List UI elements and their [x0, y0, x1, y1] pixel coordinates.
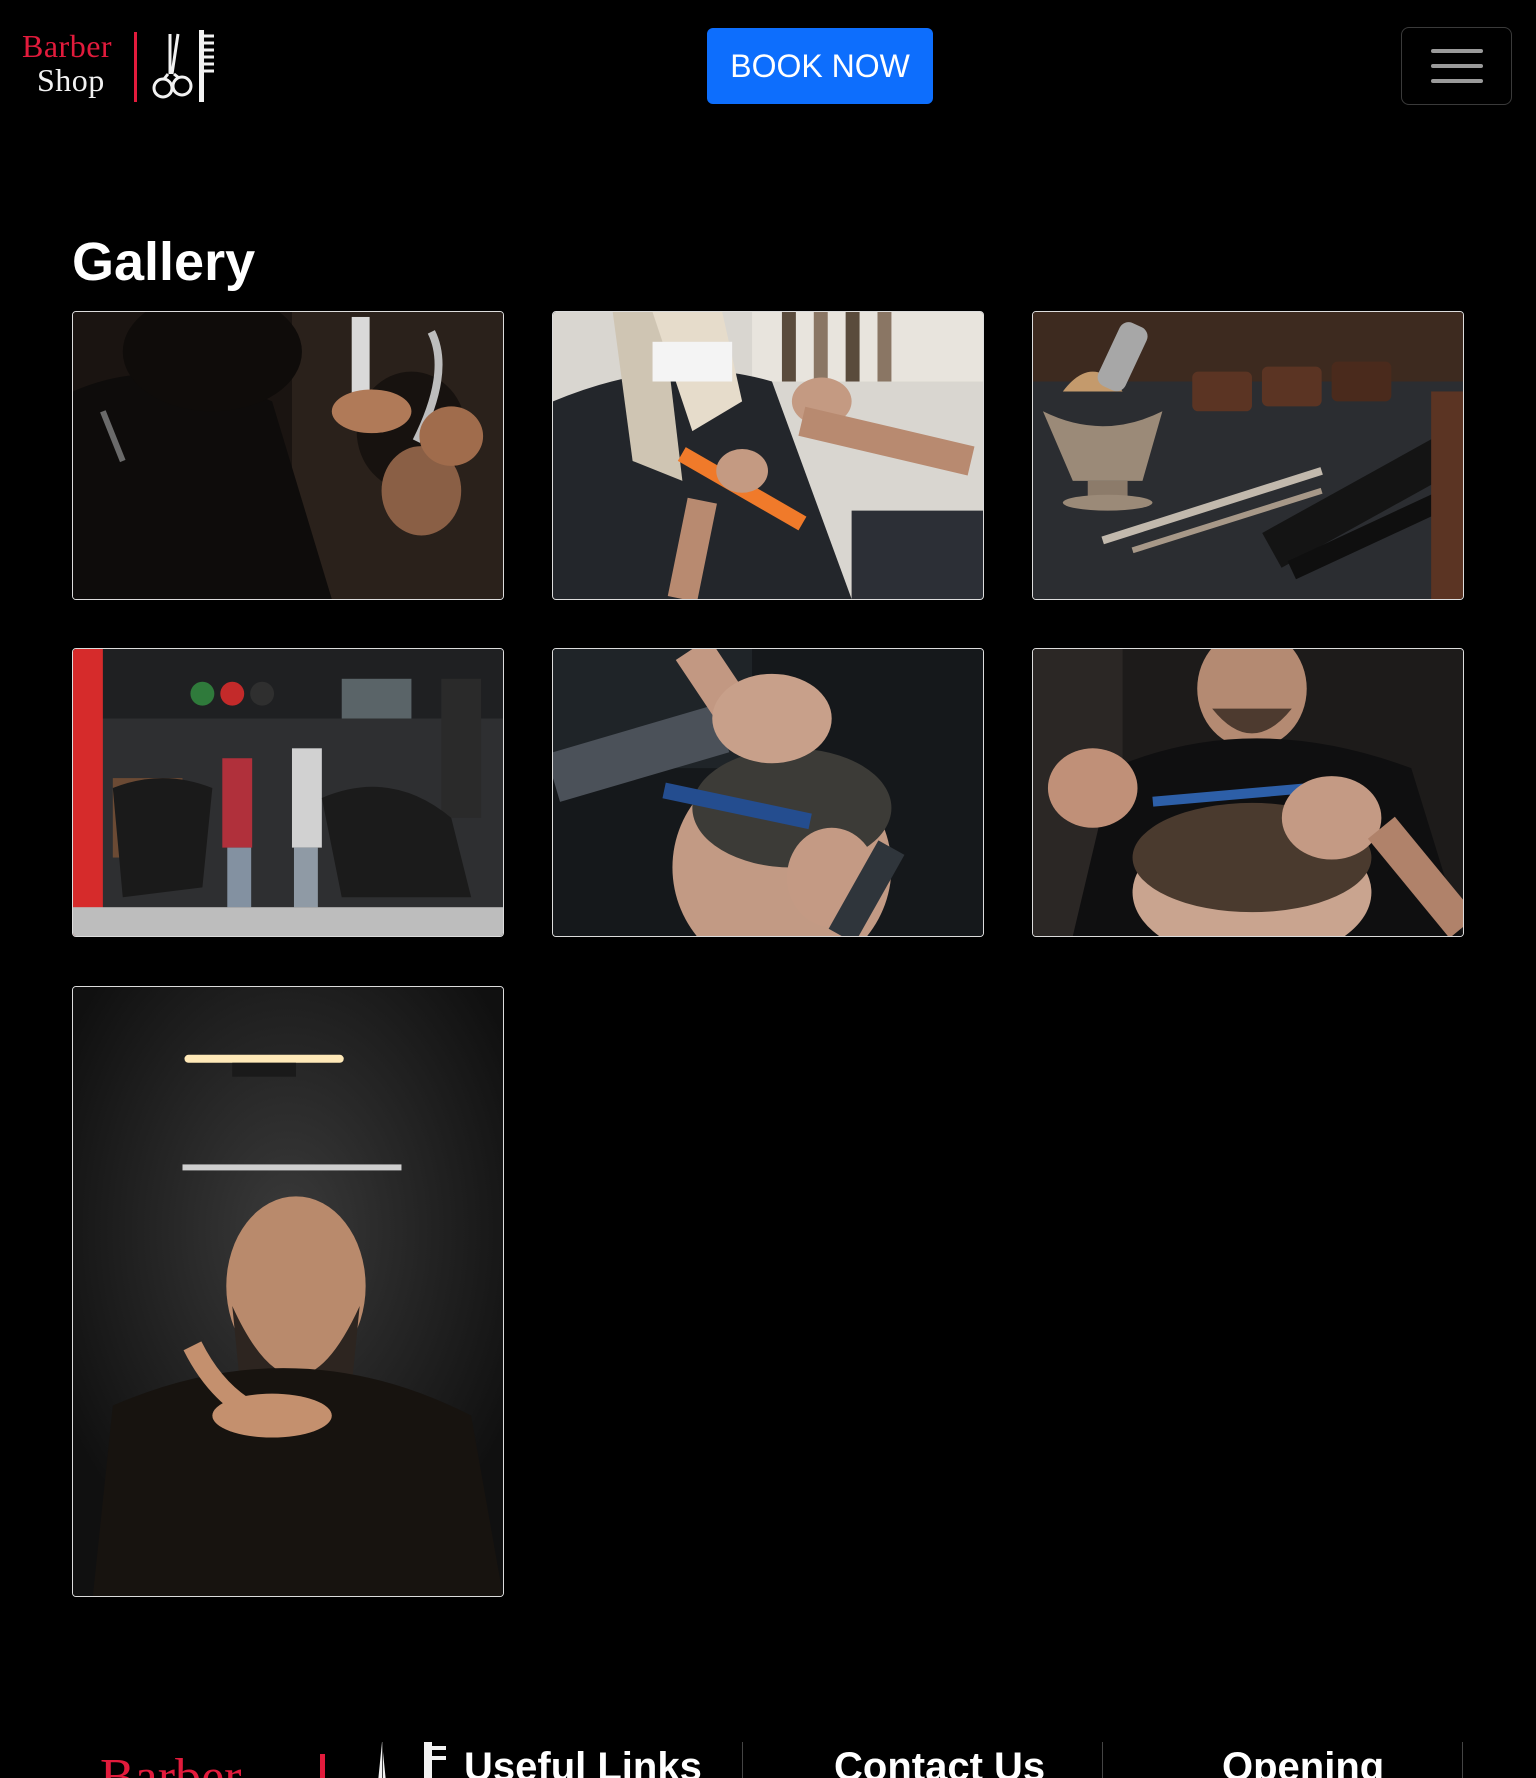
photo-barbershop-interior — [73, 649, 503, 936]
gallery-title: Gallery — [72, 232, 256, 292]
navbar: Barber Shop BOOK NOW — [0, 0, 1536, 132]
footer: Barber Useful Links Contact Us Opening — [0, 1700, 1536, 1778]
gallery-image[interactable] — [72, 648, 504, 937]
scissors-comb-icon — [152, 30, 214, 102]
gallery-image[interactable] — [552, 311, 984, 600]
photo-barber-comb-scissors — [1033, 649, 1463, 936]
footer-heading-useful-links: Useful Links — [464, 1745, 702, 1778]
photo-barber-cutting-hair — [73, 312, 503, 599]
photo-bearded-barber-portrait — [73, 987, 503, 1596]
hamburger-icon — [1430, 49, 1483, 83]
scissors-comb-icon — [378, 1742, 446, 1778]
photo-short-hair-cut — [553, 649, 983, 936]
gallery-image[interactable] — [72, 311, 504, 600]
photo-blonde-hair-trim — [553, 312, 983, 599]
footer-heading-opening: Opening — [1222, 1745, 1385, 1778]
brand-word-shop: Shop — [37, 62, 105, 98]
footer-brand: Barber — [100, 1749, 242, 1778]
gallery-image[interactable] — [1032, 311, 1464, 600]
gallery-image[interactable] — [552, 648, 984, 937]
gallery-image[interactable] — [72, 986, 504, 1597]
footer-divider — [1462, 1742, 1463, 1778]
photo-shaving-tools — [1033, 312, 1463, 599]
brand-divider — [134, 32, 137, 102]
brand-logo[interactable]: Barber Shop — [22, 28, 214, 104]
brand-word-barber: Barber — [22, 28, 113, 64]
footer-divider — [1102, 1742, 1103, 1778]
footer-brand-divider — [320, 1754, 325, 1778]
menu-toggle-button[interactable] — [1401, 27, 1512, 105]
footer-divider — [742, 1742, 743, 1778]
book-now-button[interactable]: BOOK NOW — [707, 28, 933, 104]
gallery-image[interactable] — [1032, 648, 1464, 937]
footer-heading-contact-us: Contact Us — [834, 1745, 1046, 1778]
footer-divider — [382, 1742, 383, 1778]
